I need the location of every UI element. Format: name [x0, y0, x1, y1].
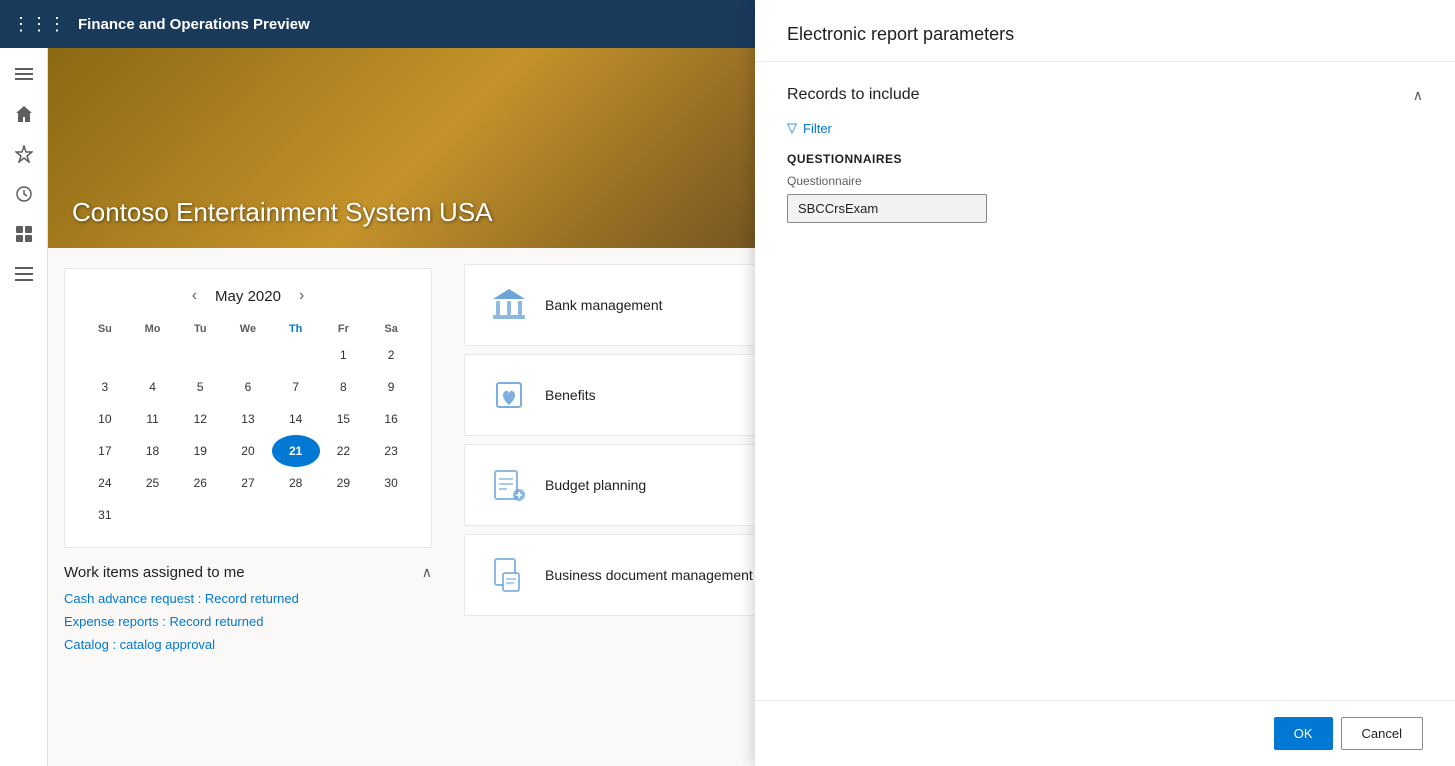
cal-day-header-tu: Tu [176, 319, 224, 339]
work-item-link[interactable]: Expense reports : Record returned [64, 614, 432, 629]
sidebar-item-hamburger[interactable] [6, 56, 42, 92]
cal-day[interactable]: 4 [129, 371, 177, 403]
work-items-collapse-button[interactable]: ∧ [422, 564, 432, 581]
work-items-header: Work items assigned to me ∧ [64, 564, 432, 581]
work-items-section: Work items assigned to me ∧ Cash advance… [64, 564, 432, 652]
cal-day[interactable]: 30 [367, 467, 415, 499]
cal-day [367, 499, 415, 531]
document-icon [489, 555, 529, 595]
cal-day [129, 339, 177, 371]
cal-day [272, 499, 320, 531]
sidebar-item-recent[interactable] [6, 176, 42, 212]
sidebar-item-favorites[interactable] [6, 136, 42, 172]
cal-day[interactable]: 6 [224, 371, 272, 403]
calendar: ‹ May 2020 › SuMoTuWeThFrSa 123456789101… [64, 268, 432, 548]
calendar-prev-button[interactable]: ‹ [186, 285, 203, 307]
cal-day [176, 499, 224, 531]
records-to-include-label: Records to include [787, 86, 920, 104]
records-section-header: Records to include ∧ [787, 86, 1423, 104]
cal-day[interactable]: 20 [224, 435, 272, 467]
panel-title: Electronic report parameters [787, 24, 1423, 45]
records-collapse-button[interactable]: ∧ [1413, 87, 1423, 104]
bank-icon [489, 285, 529, 325]
sidebar [0, 48, 48, 766]
cal-day[interactable]: 14 [272, 403, 320, 435]
filter-label: Filter [803, 121, 832, 136]
cal-day[interactable]: 19 [176, 435, 224, 467]
cal-day[interactable]: 9 [367, 371, 415, 403]
questionnaire-sublabel: Questionnaire [787, 174, 1423, 188]
cal-day[interactable]: 13 [224, 403, 272, 435]
cal-day-header-sa: Sa [367, 319, 415, 339]
cal-day[interactable]: 3 [81, 371, 129, 403]
cal-day [272, 339, 320, 371]
cal-day[interactable]: 12 [176, 403, 224, 435]
ok-button[interactable]: OK [1274, 717, 1333, 750]
cal-day [224, 499, 272, 531]
calendar-month-year: May 2020 [215, 288, 281, 305]
panel-header: Electronic report parameters [755, 0, 1455, 62]
cal-day-header-th: Th [272, 319, 320, 339]
cal-day[interactable]: 17 [81, 435, 129, 467]
questionnaire-input[interactable] [787, 194, 987, 223]
cal-day[interactable]: 26 [176, 467, 224, 499]
cal-day[interactable]: 5 [176, 371, 224, 403]
work-items-title: Work items assigned to me [64, 564, 245, 581]
electronic-report-panel: Electronic report parameters Records to … [755, 0, 1455, 766]
cal-day[interactable]: 1 [320, 339, 368, 371]
module-name: Business document management [545, 567, 753, 583]
cal-day[interactable]: 7 [272, 371, 320, 403]
work-items-list: Cash advance request : Record returned Ex… [64, 591, 432, 652]
cal-day-header-su: Su [81, 319, 129, 339]
cal-day[interactable]: 16 [367, 403, 415, 435]
cal-day [129, 499, 177, 531]
cal-day [320, 499, 368, 531]
cal-day[interactable]: 27 [224, 467, 272, 499]
work-item-link[interactable]: Catalog : catalog approval [64, 637, 432, 652]
sidebar-item-workspaces[interactable] [6, 256, 42, 292]
module-name: Bank management [545, 297, 663, 313]
cal-day[interactable]: 24 [81, 467, 129, 499]
work-item-link[interactable]: Cash advance request : Record returned [64, 591, 432, 606]
cal-day[interactable]: 11 [129, 403, 177, 435]
cal-day [176, 339, 224, 371]
cal-day[interactable]: 23 [367, 435, 415, 467]
cal-day-header-we: We [224, 319, 272, 339]
cal-day-header-fr: Fr [320, 319, 368, 339]
panel-body: Records to include ∧ ▽ Filter QUESTIONNA… [755, 62, 1455, 700]
cal-day[interactable]: 8 [320, 371, 368, 403]
module-name: Benefits [545, 387, 596, 403]
company-name: Contoso Entertainment System USA [72, 197, 493, 228]
cal-day[interactable]: 29 [320, 467, 368, 499]
questionnaires-label: QUESTIONNAIRES [787, 152, 1423, 166]
cal-day[interactable]: 28 [272, 467, 320, 499]
benefits-icon [489, 375, 529, 415]
cal-day[interactable]: 21 [272, 435, 320, 467]
cal-day-header-mo: Mo [129, 319, 177, 339]
help-icon[interactable]: ? [1430, 14, 1439, 32]
cal-day[interactable]: 31 [81, 499, 129, 531]
sidebar-item-dashboard[interactable] [6, 216, 42, 252]
questionnaires-section: QUESTIONNAIRES Questionnaire [787, 152, 1423, 223]
sidebar-item-home[interactable] [6, 96, 42, 132]
calendar-header: ‹ May 2020 › [81, 285, 415, 307]
budget-icon [489, 465, 529, 505]
cal-day [81, 339, 129, 371]
cal-day[interactable]: 2 [367, 339, 415, 371]
grid-icon[interactable]: ⋮⋮⋮ [12, 14, 66, 35]
calendar-grid: SuMoTuWeThFrSa 1234567891011121314151617… [81, 319, 415, 531]
calendar-next-button[interactable]: › [293, 285, 310, 307]
cal-day[interactable]: 25 [129, 467, 177, 499]
cal-day[interactable]: 18 [129, 435, 177, 467]
cal-day [224, 339, 272, 371]
cal-day[interactable]: 10 [81, 403, 129, 435]
left-column: ‹ May 2020 › SuMoTuWeThFrSa 123456789101… [48, 248, 448, 766]
module-name: Budget planning [545, 477, 646, 493]
cal-day[interactable]: 15 [320, 403, 368, 435]
filter-button[interactable]: ▽ Filter [787, 120, 832, 136]
panel-footer: OK Cancel [755, 700, 1455, 766]
filter-icon: ▽ [787, 120, 797, 136]
cancel-button[interactable]: Cancel [1341, 717, 1423, 750]
cal-day[interactable]: 22 [320, 435, 368, 467]
